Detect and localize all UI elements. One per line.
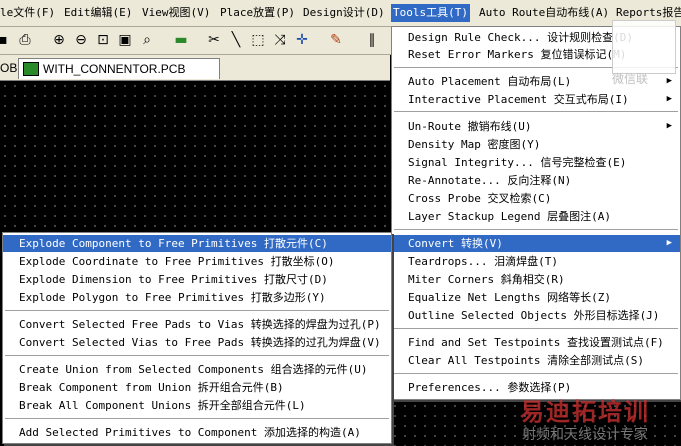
menu-item-outline-selected-objects[interactable]: Outline Selected Objects 外形目标选择(J): [392, 307, 680, 324]
menu-item-add-primitives-to-component[interactable]: Add Selected Primitives to Component 添加选…: [3, 424, 391, 441]
cut-icon[interactable]: ✂: [205, 31, 223, 49]
menu-item-cross-probe[interactable]: Cross Probe 交叉检索(C): [392, 190, 680, 207]
menu-item-interactive-placement[interactable]: Interactive Placement 交互式布局(I) ▶: [392, 91, 680, 108]
line-icon[interactable]: ╲: [227, 31, 245, 49]
submenu-arrow-icon: ▶: [666, 76, 672, 86]
menu-tools[interactable]: Tools工具(T): [391, 4, 470, 22]
crosshair-icon[interactable]: ✛: [293, 31, 311, 49]
component-icon[interactable]: ▬: [172, 31, 190, 49]
menu-separator: [394, 373, 678, 374]
menu-item-pads-to-vias[interactable]: Convert Selected Free Pads to Vias 转换选择的…: [3, 316, 391, 333]
save-icon[interactable]: ▪: [0, 31, 12, 49]
document-tabs: OB WITH_CONNENTOR.PCB: [0, 55, 390, 81]
menu-item-find-set-testpoints[interactable]: Find and Set Testpoints 查找设置测试点(F): [392, 334, 680, 351]
zoom-out-icon[interactable]: ⊖: [72, 31, 90, 49]
menu-separator: [5, 418, 389, 419]
menu-item-label: Auto Placement 自动布局(L): [408, 75, 572, 88]
menu-item-explode-component[interactable]: Explode Component to Free Primitives 打散元…: [3, 235, 391, 252]
menu-design[interactable]: Design设计(D): [303, 4, 385, 22]
menu-item-create-union[interactable]: Create Union from Selected Components 组合…: [3, 361, 391, 378]
move-icon[interactable]: ⤨: [271, 31, 289, 49]
menu-item-un-route[interactable]: Un-Route 撤销布线(U) ▶: [392, 118, 680, 135]
menu-item-miter-corners[interactable]: Miter Corners 斜角相交(R): [392, 271, 680, 288]
tab-ob[interactable]: OB: [0, 58, 17, 78]
zoom-area-icon[interactable]: ▣: [116, 31, 134, 49]
zoom-fit-icon[interactable]: ⊡: [94, 31, 112, 49]
menu-edit[interactable]: Edit编辑(E): [64, 4, 132, 22]
menu-item-label: Interactive Placement 交互式布局(I): [408, 93, 629, 106]
pcb-file-icon: [23, 62, 39, 76]
watermark-wechat: 微信联: [612, 72, 649, 86]
menu-item-clear-all-testpoints[interactable]: Clear All Testpoints 清除全部测试点(S): [392, 352, 680, 369]
menu-auto-route[interactable]: Auto Route自动布线(A): [479, 4, 609, 22]
menu-item-signal-integrity[interactable]: Signal Integrity... 信号完整检查(E): [392, 154, 680, 171]
menu-item-equalize-net-lengths[interactable]: Equalize Net Lengths 网络等长(Z): [392, 289, 680, 306]
menu-separator: [394, 111, 678, 112]
zoom-last-icon[interactable]: ⌕: [138, 31, 156, 49]
bracket-icon[interactable]: ∥: [363, 31, 381, 49]
submenu-arrow-icon: ▶: [666, 94, 672, 104]
watermark-tagline: 射频和天线设计专家: [522, 427, 648, 443]
menu-file[interactable]: le文件(F): [0, 4, 55, 22]
zoom-in-icon[interactable]: ⊕: [50, 31, 68, 49]
menu-view[interactable]: View视图(V): [142, 4, 210, 22]
menu-item-break-component-union[interactable]: Break Component from Union 拆开组合元件(B): [3, 379, 391, 396]
submenu-arrow-icon: ▶: [666, 121, 672, 131]
qr-code-watermark: [612, 20, 676, 74]
convert-submenu: Explode Component to Free Primitives 打散元…: [2, 232, 392, 444]
menu-separator: [5, 355, 389, 356]
menu-item-teardrops[interactable]: Teardrops... 泪滴焊盘(T): [392, 253, 680, 270]
menu-bar: le文件(F) Edit编辑(E) View视图(V) Place放置(P) D…: [0, 0, 681, 27]
menu-separator: [5, 310, 389, 311]
menu-place[interactable]: Place放置(P): [220, 4, 295, 22]
menu-item-break-all-unions[interactable]: Break All Component Unions 拆开全部组合元件(L): [3, 397, 391, 414]
menu-item-layer-stackup-legend[interactable]: Layer Stackup Legend 层叠图注(A): [392, 208, 680, 225]
tab-with-connentor[interactable]: WITH_CONNENTOR.PCB: [18, 58, 220, 79]
menu-item-explode-coordinate[interactable]: Explode Coordinate to Free Primitives 打散…: [3, 253, 391, 270]
menu-item-convert[interactable]: Convert 转换(V) ▶: [392, 235, 680, 252]
menu-item-label: Convert 转换(V): [408, 237, 503, 250]
watermark-brand: 易迪拓培训: [520, 398, 650, 426]
menu-item-label: Un-Route 撤销布线(U): [408, 120, 532, 133]
submenu-arrow-icon: ▶: [666, 238, 672, 248]
pen-icon[interactable]: ✎: [327, 31, 345, 49]
menu-item-density-map[interactable]: Density Map 密度图(Y): [392, 136, 680, 153]
menu-separator: [394, 328, 678, 329]
select-icon[interactable]: ⬚: [249, 31, 267, 49]
menu-item-explode-dimension[interactable]: Explode Dimension to Free Primitives 打散尺…: [3, 271, 391, 288]
menu-separator: [394, 229, 678, 230]
tab-label: WITH_CONNENTOR.PCB: [43, 62, 186, 76]
menu-item-vias-to-pads[interactable]: Convert Selected Vias to Free Pads 转换选择的…: [3, 334, 391, 351]
menu-item-re-annotate[interactable]: Re-Annotate... 反向注释(N): [392, 172, 680, 189]
menu-item-explode-polygon[interactable]: Explode Polygon to Free Primitives 打散多边形…: [3, 289, 391, 306]
print-icon[interactable]: ⎙: [16, 31, 34, 49]
